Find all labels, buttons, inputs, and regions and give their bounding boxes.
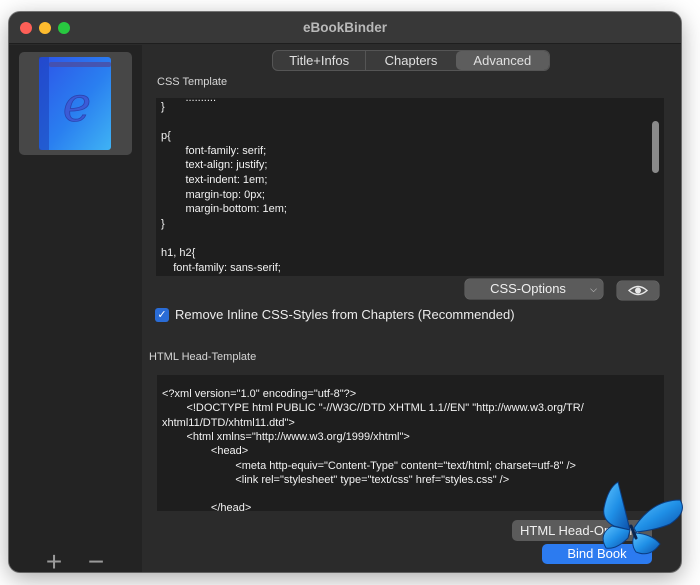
- book-icon-letter: e: [63, 77, 91, 133]
- add-book-button[interactable]: +: [39, 547, 69, 573]
- css-template-editor[interactable]: .......... } p{ font-family: serif; text…: [156, 98, 664, 276]
- remove-inline-css-label[interactable]: Remove Inline CSS-Styles from Chapters (…: [175, 307, 515, 323]
- html-code-line: <link rel="stylesheet" type="text/css" h…: [162, 473, 510, 486]
- css-code-line: h1, h2{: [161, 247, 196, 259]
- css-options-label: CSS-Options: [490, 281, 566, 296]
- html-head-template-label: HTML Head-Template: [149, 351, 257, 363]
- css-code-line: margin-bottom: 1em;: [161, 203, 287, 216]
- css-editor-scrollbar[interactable]: [652, 121, 659, 173]
- eye-icon: [627, 285, 649, 296]
- book-sidebar: e + −: [9, 45, 142, 572]
- remove-book-button[interactable]: −: [81, 547, 111, 573]
- css-code-line: text-indent: 1em;: [161, 174, 268, 186]
- tab-chapters[interactable]: Chapters: [365, 51, 455, 70]
- html-code-line: <html xmlns="http://www.w3.org/1999/xhtm…: [162, 430, 410, 443]
- window-title: eBookBinder: [302, 20, 387, 35]
- css-preview-button[interactable]: [617, 281, 659, 300]
- html-code-line: xhtml11/DTD/xhtml11.dtd">: [162, 416, 295, 429]
- main-window: eBookBinder e + − Title+Infos Chapters A…: [9, 12, 681, 572]
- css-code-line: margin-top: 0px;: [161, 188, 265, 201]
- css-code-line: }: [161, 217, 165, 230]
- butterfly-icon: [602, 481, 683, 555]
- sidebar-book-item[interactable]: e: [19, 52, 132, 155]
- html-code-line: <head>: [162, 445, 249, 458]
- css-code-line: p{: [161, 130, 171, 143]
- css-code-line: font-family: serif;: [161, 144, 267, 157]
- chevron-down-icon: ⌵: [590, 284, 597, 294]
- tab-title-infos[interactable]: Title+Infos: [273, 51, 365, 70]
- tab-advanced[interactable]: Advanced: [455, 51, 549, 70]
- css-code-line: }: [161, 101, 165, 113]
- css-options-popup[interactable]: CSS-Options ⌵: [465, 279, 603, 299]
- remove-inline-css-checkbox[interactable]: ✓: [155, 308, 169, 322]
- blue-book-icon: e: [39, 57, 111, 150]
- html-head-template-editor[interactable]: <?xml version="1.0" encoding="utf-8"?> <…: [157, 375, 664, 511]
- tab-bar: Title+Infos Chapters Advanced: [272, 50, 550, 71]
- css-code-line: font-family: sans-serif;: [161, 261, 281, 274]
- html-code-line: <meta http-equiv="Content-Type" content=…: [162, 459, 576, 472]
- title-bar: eBookBinder: [9, 12, 681, 44]
- css-template-label: CSS Template: [157, 76, 228, 88]
- css-code-line: text-align: justify;: [161, 159, 268, 172]
- html-code-line: </head>: [162, 502, 252, 511]
- html-code-line: <!DOCTYPE html PUBLIC "-//W3C//DTD XHTML…: [162, 402, 584, 415]
- html-code-line: <?xml version="1.0" encoding="utf-8"?>: [162, 388, 357, 400]
